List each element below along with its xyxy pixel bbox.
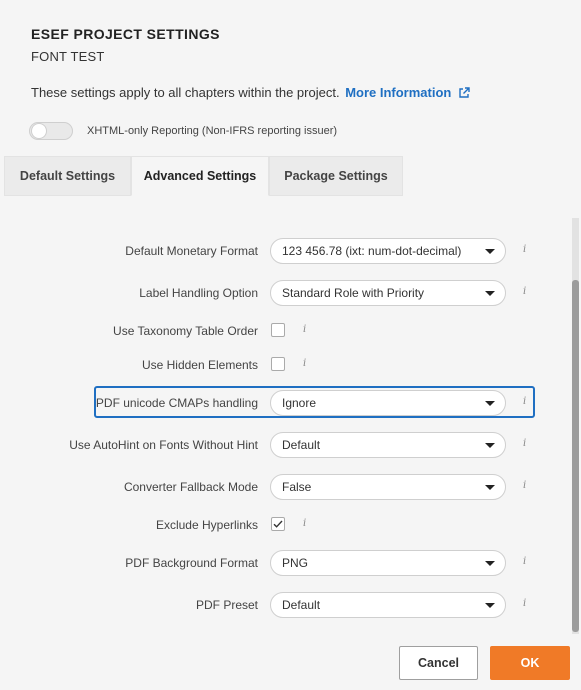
- cancel-button[interactable]: Cancel: [399, 646, 478, 680]
- xhtml-only-label: XHTML-only Reporting (Non-IFRS reporting…: [87, 125, 338, 137]
- project-name: FONT TEST: [31, 49, 105, 64]
- row-converter-fallback-mode: Converter Fallback Mode False i: [0, 472, 560, 502]
- info-line: These settings apply to all chapters wit…: [31, 85, 470, 102]
- row-exclude-hyperlinks: Exclude Hyperlinks i: [0, 510, 560, 540]
- row-default-monetary-format: Default Monetary Format 123 456.78 (ixt:…: [0, 236, 560, 266]
- tab-package-settings[interactable]: Package Settings: [269, 156, 403, 196]
- info-icon[interactable]: i: [523, 396, 526, 407]
- select-value: False: [282, 480, 312, 494]
- settings-tabs: Default Settings Advanced Settings Packa…: [4, 156, 403, 196]
- select-value: Default: [282, 438, 321, 452]
- row-pdf-unicode-cmaps: PDF unicode CMAPs handling Ignore i: [0, 388, 560, 418]
- info-icon[interactable]: i: [303, 518, 306, 529]
- chevron-down-icon: [485, 249, 495, 254]
- row-label-handling-option: Label Handling Option Standard Role with…: [0, 278, 560, 308]
- use-autohint-select[interactable]: Default: [270, 432, 506, 458]
- info-icon[interactable]: i: [523, 244, 526, 255]
- chevron-down-icon: [485, 443, 495, 448]
- use-hidden-elements-checkbox[interactable]: [271, 357, 285, 371]
- chevron-down-icon: [485, 603, 495, 608]
- xhtml-only-toggle[interactable]: [29, 122, 73, 140]
- select-value: Default: [282, 598, 321, 612]
- row-use-autohint: Use AutoHint on Fonts Without Hint Defau…: [0, 430, 560, 460]
- select-value: 123 456.78 (ixt: num-dot-decimal): [282, 244, 462, 258]
- row-use-hidden-elements: Use Hidden Elements i: [0, 350, 560, 380]
- tab-default-settings[interactable]: Default Settings: [4, 156, 131, 196]
- converter-fallback-mode-select[interactable]: False: [270, 474, 506, 500]
- default-monetary-format-select[interactable]: 123 456.78 (ixt: num-dot-decimal): [270, 238, 506, 264]
- chevron-down-icon: [485, 561, 495, 566]
- tab-advanced-settings[interactable]: Advanced Settings: [131, 156, 269, 196]
- info-icon[interactable]: i: [523, 438, 526, 449]
- pdf-unicode-cmaps-select[interactable]: Ignore: [270, 390, 506, 416]
- toggle-knob: [31, 123, 47, 139]
- use-taxonomy-table-order-checkbox[interactable]: [271, 323, 285, 337]
- use-autohint-label: Use AutoHint on Fonts Without Hint: [69, 438, 258, 452]
- label-handling-option-label: Label Handling Option: [139, 286, 258, 300]
- more-information-link[interactable]: More Information: [345, 85, 451, 100]
- exclude-hyperlinks-label: Exclude Hyperlinks: [155, 518, 258, 532]
- label-handling-option-select[interactable]: Standard Role with Priority: [270, 280, 506, 306]
- pdf-unicode-cmaps-label: PDF unicode CMAPs handling: [95, 396, 258, 410]
- checkmark-icon: [273, 520, 283, 528]
- xhtml-only-toggle-row: XHTML-only Reporting (Non-IFRS reporting…: [29, 121, 337, 141]
- default-monetary-format-label: Default Monetary Format: [125, 244, 258, 258]
- pdf-background-format-select[interactable]: PNG: [270, 550, 506, 576]
- info-icon[interactable]: i: [523, 598, 526, 609]
- use-hidden-elements-label: Use Hidden Elements: [141, 358, 258, 372]
- external-link-icon[interactable]: [458, 87, 470, 102]
- info-icon[interactable]: i: [523, 480, 526, 491]
- row-pdf-preset: PDF Preset Default i: [0, 590, 560, 620]
- ok-button[interactable]: OK: [490, 646, 570, 680]
- info-icon[interactable]: i: [523, 286, 526, 297]
- info-icon[interactable]: i: [303, 324, 306, 335]
- exclude-hyperlinks-checkbox[interactable]: [271, 517, 285, 531]
- select-value: PNG: [282, 556, 309, 570]
- pdf-background-format-label: PDF Background Format: [125, 556, 258, 570]
- row-pdf-background-format: PDF Background Format PNG i: [0, 548, 560, 578]
- select-value: Standard Role with Priority: [282, 286, 425, 300]
- scrollbar-thumb[interactable]: [572, 280, 579, 632]
- chevron-down-icon: [485, 291, 495, 296]
- pdf-preset-select[interactable]: Default: [270, 592, 506, 618]
- chevron-down-icon: [485, 485, 495, 490]
- converter-fallback-mode-label: Converter Fallback Mode: [123, 480, 258, 494]
- row-use-taxonomy-table-order: Use Taxonomy Table Order i: [0, 316, 560, 346]
- info-icon[interactable]: i: [523, 556, 526, 567]
- select-value: Ignore: [282, 396, 317, 410]
- info-text: These settings apply to all chapters wit…: [31, 85, 340, 100]
- use-taxonomy-table-order-label: Use Taxonomy Table Order: [113, 324, 258, 338]
- pdf-preset-label: PDF Preset: [195, 598, 258, 612]
- chevron-down-icon: [485, 401, 495, 406]
- dialog-title: ESEF PROJECT SETTINGS: [31, 26, 220, 42]
- info-icon[interactable]: i: [303, 358, 306, 369]
